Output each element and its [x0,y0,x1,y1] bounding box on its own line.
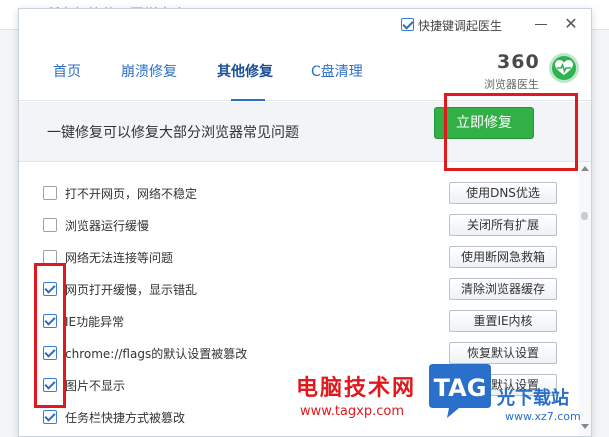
network-rescue-button[interactable]: 使用断网急救箱 [449,246,557,268]
background-left-panel [0,30,18,437]
item-checkbox[interactable] [43,410,57,424]
use-dns-button[interactable]: 使用DNS优选 [449,182,557,204]
shortcut-checkbox[interactable] [401,18,414,31]
tab-crash-repair[interactable]: 崩溃修复 [121,61,177,81]
scroll-thumb[interactable] [581,212,588,220]
clear-cache-button[interactable]: 清除浏览器缓存 [449,278,557,300]
item-label: 任务栏快捷方式被篡改 [65,411,186,425]
watermark-site-url: www.tagxp.com [300,404,404,419]
active-tab-indicator [231,99,265,101]
tag-logo-icon: TAG [425,360,495,420]
annotation-box-fix-button [444,93,578,171]
list-item: 网络无法连接等问题 使用断网急救箱 [19,241,579,273]
item-label: IE功能异常 [65,315,125,329]
list-item: IE功能异常 重置IE内核 [19,305,579,337]
item-label: 图片不显示 [65,379,126,393]
background-right-panel [590,30,609,437]
heart-pulse-icon [549,53,579,83]
list-scrollbar[interactable] [579,162,591,436]
title-bar: 快捷键调起医生 ✕ [19,9,591,39]
list-item: chrome://flags的默认设置被篡改 恢复默认设置 [19,337,579,369]
shortcut-label: 快捷键调起医生 [418,19,503,33]
tab-c-drive-clean[interactable]: C盘清理 [311,61,363,81]
tag-logo-text: TAG [434,374,487,402]
item-label: 浏览器运行缓慢 [65,219,150,233]
item-checkbox[interactable] [43,186,57,200]
tab-other-repair[interactable]: 其他修复 [217,61,273,81]
list-item: 打不开网页，网络不稳定 使用DNS优选 [19,177,579,209]
tab-home[interactable]: 首页 [53,61,81,81]
close-icon[interactable]: ✕ [562,15,580,33]
list-item: 浏览器运行缓慢 关闭所有扩展 [19,209,579,241]
scroll-up-icon[interactable] [581,166,589,171]
nav-bar: 首页 崩溃修复 其他修复 C盘清理 360 浏览器医生 [19,39,591,101]
watermark-site-name: 电脑技术网 [296,376,417,401]
item-label: chrome://flags的默认设置被篡改 [65,347,248,361]
list-item: 网页打开缓慢，显示错乱 清除浏览器缓存 [19,273,579,305]
logo-subtitle: 浏览器医生 [484,78,539,91]
banner-text: 一键修复可以修复大部分浏览器常见问题 [47,125,299,141]
item-checkbox[interactable] [43,218,57,232]
watermark-side-url: www.xz7.com [505,410,581,423]
item-label: 网页打开缓慢，显示错乱 [65,283,198,297]
item-label: 打不开网页，网络不稳定 [65,187,198,201]
item-label: 网络无法连接等问题 [65,251,174,265]
logo-number: 360 [497,51,540,73]
watermark-side-name: 光下载站 [497,388,569,409]
minimize-icon[interactable] [533,16,549,32]
disable-extensions-button[interactable]: 关闭所有扩展 [449,214,557,236]
list-item: 任务栏快捷方式被篡改 [19,401,579,433]
reset-ie-button[interactable]: 重置IE内核 [449,310,557,332]
annotation-box-checkboxes [34,263,66,408]
scroll-down-icon[interactable] [581,424,589,429]
item-checkbox[interactable] [43,250,57,264]
